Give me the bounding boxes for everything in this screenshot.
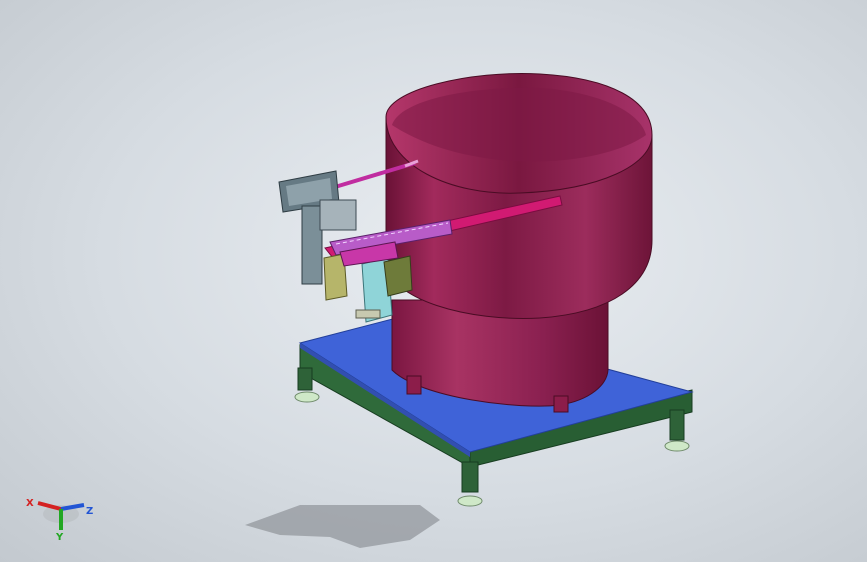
vibratory-bowl[interactable]	[385, 73, 653, 413]
x-axis-label: X	[26, 498, 34, 509]
graphics-viewport[interactable]: X Z Y	[0, 0, 867, 562]
y-axis-label: Y	[55, 532, 64, 543]
z-axis-label: Z	[86, 506, 93, 517]
model-scene[interactable]: X Z Y	[0, 0, 867, 562]
ground-shadow	[245, 505, 440, 548]
leveling-foot[interactable]	[664, 440, 690, 452]
leveling-foot[interactable]	[457, 495, 483, 507]
view-triad[interactable]: X Z Y	[26, 498, 93, 543]
leveling-foot[interactable]	[294, 391, 320, 403]
